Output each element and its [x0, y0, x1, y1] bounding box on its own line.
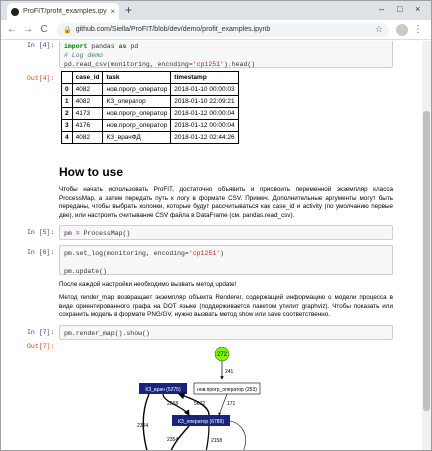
table-cell: нов.прогр_оператор	[102, 83, 172, 96]
code-text: ).head()	[223, 61, 256, 68]
edge-label: 2268	[167, 401, 178, 407]
github-icon	[11, 7, 19, 16]
browser-toolbar: ← → C 🔒 github.com/Siella/ProFIT/blob/de…	[1, 20, 431, 40]
cell-5-code[interactable]: pm = ProcessMap()	[59, 225, 393, 240]
table-row: 0 4082 нов.прогр_оператор 2018-01-10 00:…	[61, 83, 239, 96]
tab-close-icon[interactable]: ×	[110, 7, 115, 16]
forward-button[interactable]: →	[21, 24, 35, 35]
code-text: pm.set_log(monitoring, encoding=	[64, 250, 189, 257]
table-cell: 4176	[71, 119, 104, 132]
dataframe-table: case_id task timestamp 0 4082 нов.прогр_…	[61, 71, 239, 144]
table-header: case_id	[71, 71, 104, 84]
graph-edge	[205, 425, 210, 450]
back-button[interactable]: ←	[5, 24, 19, 35]
code-text: )	[220, 250, 224, 257]
code-string: 'cp1251'	[192, 61, 224, 68]
cell-4-input-prompt: In [4]:	[27, 42, 55, 49]
cell-6-code[interactable]: pm.set_log(monitoring, encoding='cp1251'…	[59, 245, 393, 275]
browser-window: ProFIT/profit_examples.ipynb at × + – □ …	[0, 0, 432, 451]
tab-title: ProFIT/profit_examples.ipynb at	[23, 8, 108, 15]
graph-node-label: нов.прогр_оператор (253)	[197, 387, 257, 393]
table-cell: нов.прогр_оператор	[102, 119, 172, 132]
graph-edge	[218, 393, 228, 416]
maximize-button[interactable]: □	[397, 4, 402, 14]
table-row: 4 4082 КЗ_врачФД 2018-01-12 02:44:26	[61, 131, 239, 144]
table-cell: КЗ_врачФД	[102, 131, 172, 144]
table-cell: 4082	[71, 83, 104, 96]
tab-strip: ProFIT/profit_examples.ipynb at × + – □ …	[1, 1, 431, 20]
process-map-graph: 272 241 КЗ_врач (5275) нов.прогр_операто…	[137, 347, 261, 450]
cell-7-code[interactable]: pm.render_map().show()	[59, 325, 393, 340]
row-index: 0	[61, 83, 73, 96]
code-text: pm	[64, 230, 76, 237]
code-text: pm.update()	[64, 268, 107, 275]
cell-4-output-prompt: Out[4]:	[27, 75, 55, 82]
bookmark-star-icon[interactable]: ☆	[375, 24, 383, 35]
table-row: 1 4082 КЗ_оператор 2018-01-10 22:09:21	[61, 95, 239, 108]
section-heading: How to use	[59, 165, 124, 179]
row-index: 2	[61, 107, 73, 120]
table-cell: 2018-01-10 22:09:21	[170, 95, 239, 108]
code-text: pd.read_csv(monitoring, encoding=	[64, 61, 193, 68]
table-cell: 4082	[71, 131, 104, 144]
row-index: 1	[61, 95, 73, 108]
cell-7-input-prompt: In [7]:	[27, 329, 55, 336]
page-scrollbar[interactable]	[422, 41, 431, 450]
lock-icon: 🔒	[63, 26, 72, 34]
profile-avatar[interactable]	[396, 23, 408, 36]
reload-button[interactable]: C	[37, 24, 51, 35]
cell-4-code[interactable]: import pandas as pd # Log demo pd.read_c…	[59, 41, 393, 68]
browser-tab[interactable]: ProFIT/profit_examples.ipynb at ×	[7, 3, 119, 20]
minimize-button[interactable]: –	[379, 4, 384, 14]
table-header: task	[102, 71, 172, 84]
edge-label: 241	[225, 369, 234, 375]
cell-6-input-prompt: In [6]:	[27, 249, 55, 256]
code-text: pd	[126, 43, 139, 50]
cell-7-output-prompt: Out[7]:	[27, 343, 55, 350]
table-cell: 4082	[71, 95, 104, 108]
table-cell: КЗ_оператор	[102, 95, 172, 108]
table-cell: 2018-01-12 00:00:04	[170, 119, 239, 132]
table-cell: 4173	[71, 107, 104, 120]
table-cell: нов.прогр_оператор	[102, 107, 172, 120]
graph-edge	[229, 420, 246, 450]
markdown-paragraph: Чтобы начать использовать ProFIT, достат…	[59, 186, 393, 219]
code-text: ProcessMap()	[79, 230, 131, 237]
code-comment: # Log demo	[64, 52, 104, 59]
url-text: github.com/Siella/ProFIT/blob/dev/demo/p…	[75, 26, 271, 33]
notebook-content: In [4]: import pandas as pd # Log demo p…	[1, 41, 421, 450]
code-text: pm.render_map().show()	[64, 330, 150, 337]
edge-label: 2354	[167, 437, 178, 443]
row-index: 4	[61, 131, 73, 144]
table-row: 3 4176 нов.прогр_оператор 2018-01-12 00:…	[61, 119, 239, 132]
table-header: timestamp	[170, 71, 239, 84]
new-tab-button[interactable]: +	[125, 3, 132, 17]
window-close-button[interactable]: ×	[415, 4, 420, 14]
table-cell: 2018-01-12 00:00:04	[170, 107, 239, 120]
address-bar[interactable]: 🔒 github.com/Siella/ProFIT/blob/dev/demo…	[57, 22, 389, 37]
edge-label: 2304	[137, 423, 148, 429]
edge-label: 2158	[211, 438, 222, 444]
markdown-paragraph: Метод render_map возвращает экземпляр об…	[59, 294, 393, 318]
code-string: 'cp1251'	[188, 250, 221, 257]
table-cell: 2018-01-10 00:00:03	[170, 83, 239, 96]
table-cell: 2018-01-12 02:44:26	[170, 131, 239, 144]
code-keyword: import	[64, 43, 88, 50]
scrollbar-thumb[interactable]	[423, 111, 430, 411]
graph-node-label: КЗ_оператор (6789)	[178, 419, 224, 425]
row-index: 3	[61, 119, 73, 132]
browser-menu-icon[interactable]: ⋮	[411, 24, 425, 35]
start-node-label: 272	[217, 352, 228, 358]
table-row: 2 4173 нов.прогр_оператор 2018-01-12 00:…	[61, 107, 239, 120]
table-header	[61, 71, 73, 84]
markdown-paragraph: После каждой настройки необходимо вызват…	[59, 281, 237, 288]
graph-node-label: КЗ_врач (5275)	[145, 387, 181, 393]
cell-5-input-prompt: In [5]:	[27, 229, 55, 236]
table-header-row: case_id task timestamp	[61, 71, 239, 84]
edge-label: 171	[227, 401, 236, 407]
edge-label: 5672	[194, 401, 205, 407]
code-text: pandas	[87, 43, 119, 50]
